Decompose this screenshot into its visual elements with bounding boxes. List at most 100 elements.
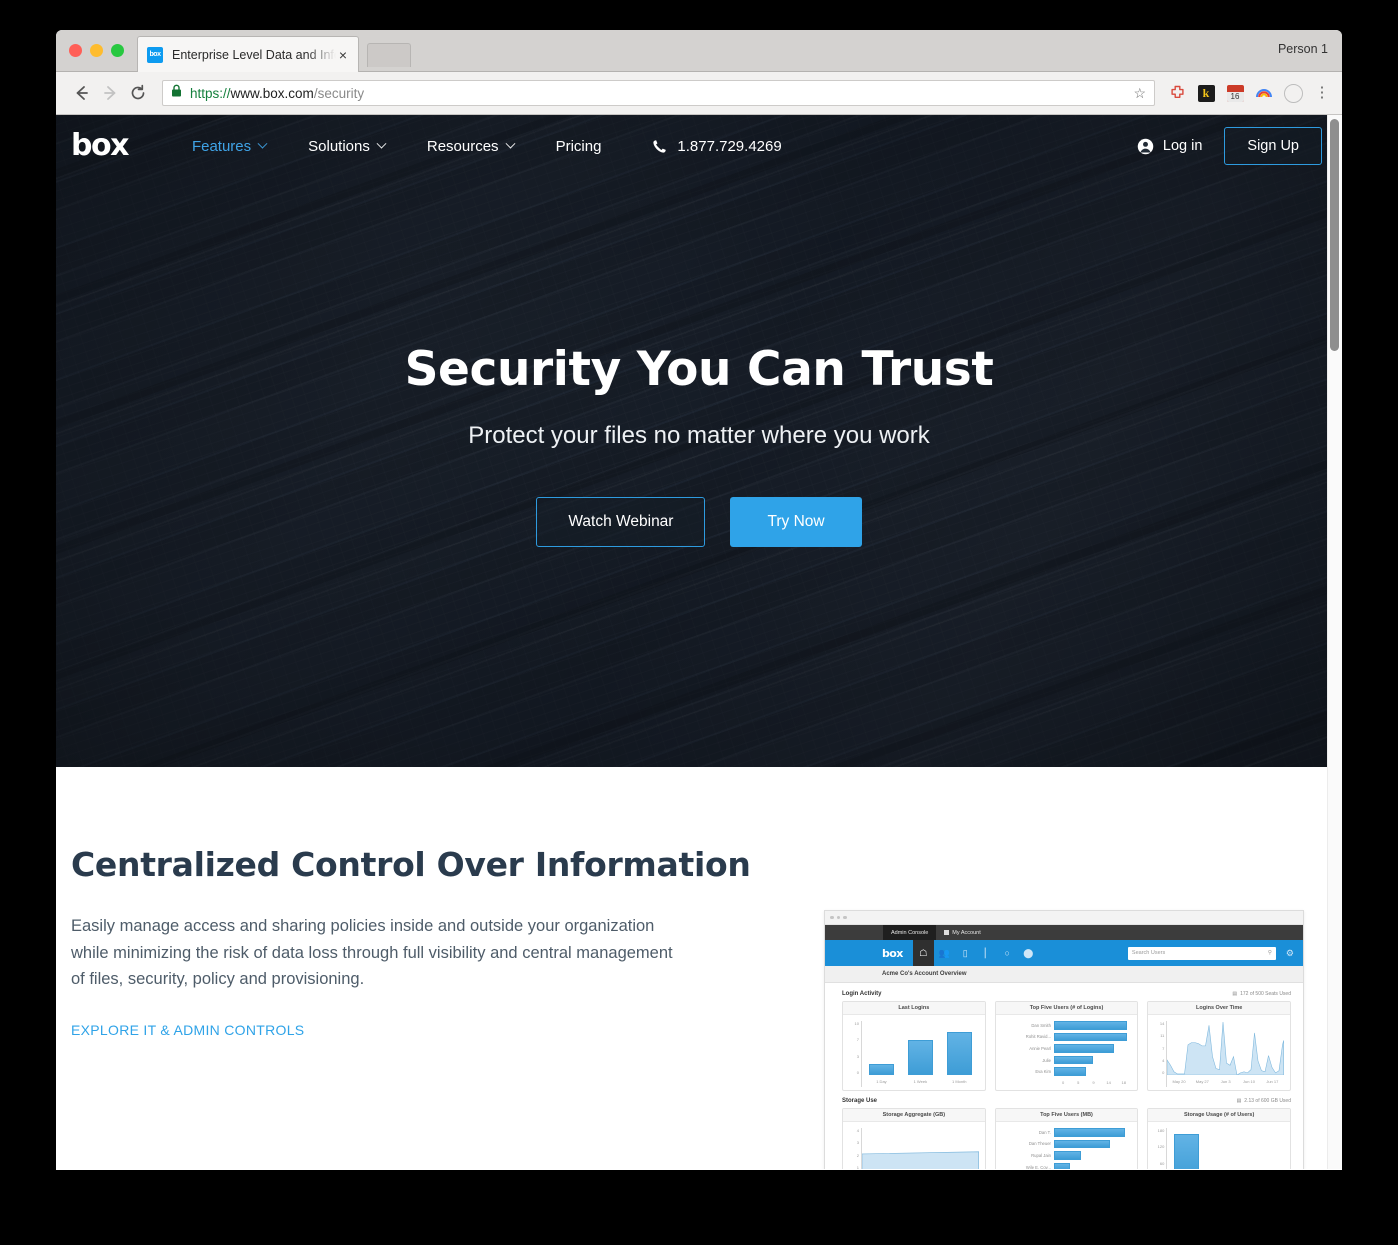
close-window-button[interactable] — [69, 44, 82, 57]
y-tick: 10 — [854, 1021, 859, 1026]
x-tick: Jun 17 — [1266, 1078, 1279, 1084]
nav-item-resources-label: Resources — [426, 137, 499, 155]
rainbow-extension-icon[interactable] — [1254, 83, 1274, 103]
y-tick: 0 — [856, 1069, 859, 1075]
section-body-text: Easily manage access and sharing policie… — [71, 917, 673, 989]
explore-admin-controls-link[interactable]: EXPLORE IT & ADMIN CONTROLS — [71, 1022, 304, 1038]
bar — [1053, 1128, 1126, 1137]
avatar — [1283, 83, 1303, 103]
bar-row: Dan Theuer — [1002, 1139, 1132, 1149]
profile-person-label[interactable]: Person 1 — [1278, 42, 1328, 56]
chart-title-storage-usage-users: Storage Usage (# of Users) — [1148, 1109, 1291, 1122]
bar — [1053, 1067, 1086, 1076]
login-activity-label: Login Activity — [842, 991, 882, 997]
bar — [869, 1064, 894, 1075]
y-tick: 4 — [1162, 1057, 1165, 1063]
dash-tab-my-account[interactable]: My Account — [936, 925, 988, 940]
bar-label: Julie — [1042, 1057, 1051, 1063]
browser-tab[interactable]: box Enterprise Level Data and Infor × — [137, 36, 359, 72]
chevron-down-icon — [376, 138, 387, 149]
x-axis-top-users-logins: 0 5 9 14 18 — [1002, 1080, 1132, 1088]
nav-item-features-label: Features — [191, 137, 252, 155]
x-tick: 14 — [1106, 1080, 1111, 1085]
login-button[interactable]: Log in — [1137, 138, 1202, 155]
bar-label: Rupal Jain — [1031, 1152, 1051, 1158]
content-left-column: Centralized Control Over Information Eas… — [71, 845, 751, 1040]
x-tick: 1 Week — [913, 1078, 928, 1084]
y-axis-storage-aggregate: 4 3 2 1 0 — [849, 1128, 861, 1169]
close-tab-icon[interactable]: × — [336, 48, 350, 62]
hero-buttons: Watch Webinar Try Now — [56, 497, 1342, 547]
cross-extension-icon[interactable] — [1167, 83, 1187, 103]
chrome-menu-icon[interactable]: ⋮ — [1312, 83, 1332, 103]
chart-body-logins-over-time: 14 11 7 4 0 May 20 May 27 Jun 3 Jun 10 J… — [1148, 1015, 1290, 1090]
back-button[interactable] — [68, 79, 96, 107]
nav-item-pricing[interactable]: Pricing — [535, 138, 623, 155]
watch-webinar-button[interactable]: Watch Webinar — [536, 497, 706, 547]
chart-card-storage-usage-users: Storage Usage (# of Users) 180 120 60 0 — [1147, 1108, 1292, 1169]
maximize-window-button[interactable] — [111, 44, 124, 57]
reports-bar-chart-icon[interactable]: ⎢ — [976, 940, 997, 966]
bar — [1053, 1139, 1110, 1149]
minimize-window-button[interactable] — [90, 44, 103, 57]
bar-label: Annie Pearl — [1029, 1045, 1051, 1051]
chart-body-top-users-logins: Dan Smith Rohit Ravid... Annie Pearl Jul… — [996, 1015, 1138, 1090]
reload-button[interactable] — [124, 79, 152, 107]
y-tick: 0 — [1162, 1070, 1165, 1075]
bar — [1053, 1055, 1093, 1065]
x-tick: May 20 — [1172, 1078, 1186, 1084]
folder-icon[interactable]: ▯ — [955, 940, 976, 966]
y-tick: 2 — [856, 1152, 859, 1158]
storage-use-heading: Storage Use ▤ 2.13 of 600 GB Used — [842, 1098, 1291, 1104]
dash-search-input[interactable]: Search Users ⚲ — [1127, 946, 1276, 960]
login-activity-heading: Login Activity ▤ 172 of 500 Seats Used — [842, 991, 1291, 997]
bar — [1053, 1162, 1071, 1169]
home-icon[interactable]: ☖ — [912, 940, 934, 966]
nav-right: Log in Sign Up — [1137, 127, 1322, 165]
bookmark-star-icon[interactable]: ☆ — [1133, 85, 1146, 102]
url-host: www.box.com — [230, 85, 314, 101]
dash-box-logo[interactable]: box — [882, 947, 903, 960]
x-tick: 18 — [1121, 1080, 1126, 1085]
storage-used-badge: ▤ 2.13 of 600 GB Used — [1237, 1098, 1291, 1104]
nav-item-resources[interactable]: Resources — [406, 138, 535, 155]
sync-icon[interactable]: ○ — [997, 940, 1018, 966]
address-bar[interactable]: https://www.box.com/security ☆ — [162, 80, 1155, 106]
gear-icon[interactable]: ⚙ — [1286, 948, 1294, 959]
kindle-extension-icon[interactable]: k — [1196, 83, 1216, 103]
y-tick: 3 — [856, 1140, 859, 1146]
box-logo[interactable]: box — [71, 131, 129, 161]
hero-section: box Features Solutions Resources Pricing… — [56, 115, 1342, 767]
nav-item-solutions[interactable]: Solutions — [287, 138, 406, 155]
chart-card-last-logins: Last Logins 10 7 3 0 1 Day 1 Week 1 Mont… — [842, 1001, 986, 1091]
x-tick: 0 — [1061, 1080, 1065, 1085]
page-viewport: box Features Solutions Resources Pricing… — [56, 115, 1342, 1169]
area-plot-logins: May 20 May 27 Jun 3 Jun 10 Jun 17 — [1166, 1021, 1285, 1087]
box-favicon-icon: box — [147, 46, 163, 63]
chart-card-top-users-mb: Top Five Users (MB) Dan T. Dan Theuer Ru… — [994, 1108, 1139, 1169]
x-axis-logins-over-time: May 20 May 27 Jun 3 Jun 10 Jun 17 — [1167, 1075, 1284, 1087]
hero-copy: Security You Can Trust Protect your file… — [56, 342, 1342, 547]
profile-avatar-icon[interactable] — [1283, 83, 1303, 103]
calendar-extension-icon[interactable] — [1225, 83, 1245, 103]
bar-column — [1167, 1128, 1206, 1169]
users-icon[interactable]: 👥 — [934, 940, 955, 966]
shield-icon[interactable]: ⬤ — [1018, 940, 1039, 966]
dash-navbar: box ☖ 👥 ▯ ⎢ ○ ⬤ Search Users ⚲ ⚙ — [825, 940, 1303, 966]
nav-item-features[interactable]: Features — [171, 138, 287, 155]
signup-button[interactable]: Sign Up — [1224, 127, 1322, 165]
nav-phone[interactable]: 1.877.729.4269 — [652, 138, 782, 155]
y-tick: 11 — [1160, 1033, 1165, 1039]
bar-column — [940, 1021, 979, 1075]
dash-dot — [836, 915, 840, 920]
dash-tab-favicon-icon — [944, 930, 950, 935]
bar-row: Rupal Jain — [1002, 1151, 1132, 1160]
dash-tab-admin-console[interactable]: Admin Console — [883, 925, 937, 940]
bar-row: Julie — [1002, 1055, 1132, 1065]
forward-button[interactable] — [96, 79, 124, 107]
new-tab-button[interactable] — [367, 43, 411, 67]
y-tick: 3 — [856, 1053, 859, 1059]
storage-icon: ▤ — [1236, 1098, 1242, 1104]
y-tick: 14 — [1159, 1021, 1165, 1026]
try-now-button[interactable]: Try Now — [730, 497, 862, 547]
